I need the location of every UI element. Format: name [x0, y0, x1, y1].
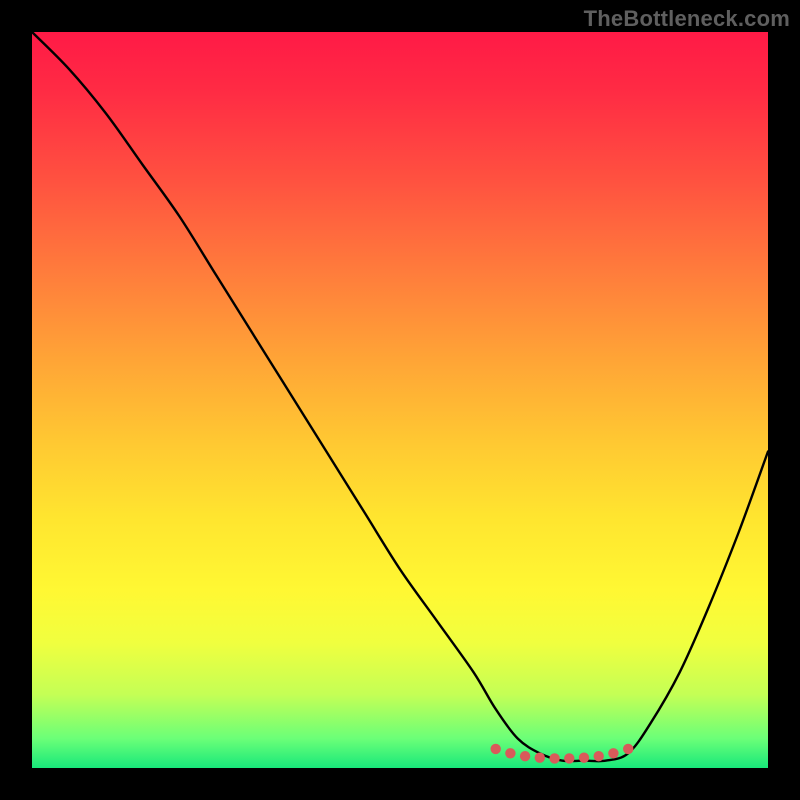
chart-frame: TheBottleneck.com	[0, 0, 800, 800]
optimal-dot	[520, 751, 530, 761]
optimal-dot	[505, 748, 515, 758]
watermark-text: TheBottleneck.com	[584, 6, 790, 32]
optimal-dot	[535, 753, 545, 763]
optimal-dot	[623, 744, 633, 754]
curve-layer	[32, 32, 768, 768]
optimal-dot	[491, 744, 501, 754]
optimal-dot	[564, 753, 574, 763]
optimal-dot	[594, 751, 604, 761]
bottleneck-curve	[32, 32, 768, 761]
optimal-dot	[549, 753, 559, 763]
optimal-dot	[608, 748, 618, 758]
optimal-dot	[579, 753, 589, 763]
